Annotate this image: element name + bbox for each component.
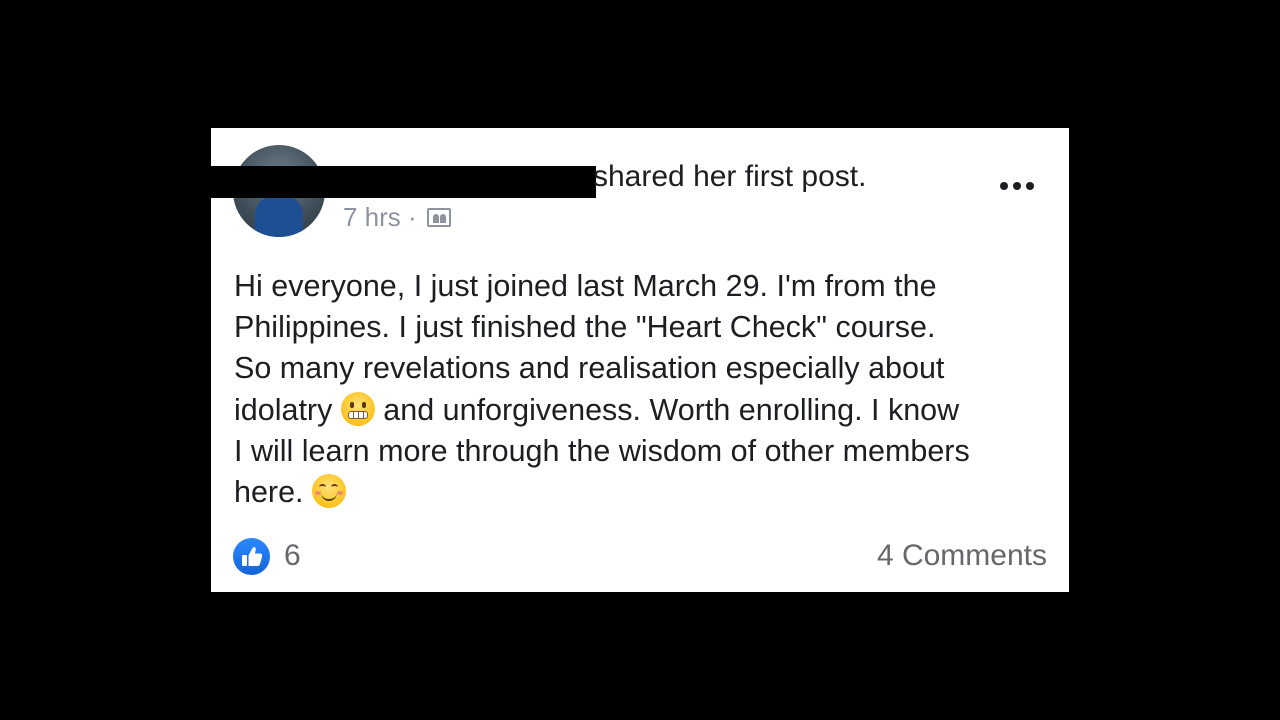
redacted-author-name [211, 166, 596, 198]
post-timestamp[interactable]: 7 hrs · [343, 202, 417, 233]
post-body-line: Hi everyone, I just joined last March 29… [234, 269, 937, 303]
like-count[interactable]: 6 [284, 539, 301, 573]
post-footer: 6 4 Comments [233, 538, 1047, 576]
like-reaction-icon[interactable] [233, 538, 270, 575]
post-body-line: here. [234, 475, 304, 510]
more-options-button[interactable] [1000, 178, 1040, 194]
emoji-blush [337, 491, 344, 496]
post-body-line: Philippines. I just finished the "Heart … [234, 310, 936, 345]
post-headline: shared her first post. [593, 160, 867, 193]
grimacing-face-emoji-icon [340, 391, 375, 426]
group-audience-icon [426, 208, 451, 227]
post-meta: 7 hrs · [343, 202, 451, 233]
thumbs-up-icon [242, 547, 263, 566]
post-card: shared her first post. 7 hrs · Hi everyo… [211, 128, 1069, 592]
comments-link[interactable]: 4 Comments [877, 539, 1047, 573]
post-body-line: idolatry [234, 392, 333, 427]
more-dot-icon [1000, 182, 1008, 190]
post-body-line: I will learn more through the wisdom of … [234, 433, 970, 468]
more-dot-icon [1026, 182, 1034, 190]
emoji-eye [331, 484, 339, 490]
more-dot-icon [1013, 182, 1021, 190]
post-body-line: and unforgiveness. Worth enrolling. I kn… [383, 392, 960, 427]
post-body: Hi everyone, I just joined last March 29… [234, 266, 1064, 513]
post-body-line: So many revelations and realisation espe… [234, 351, 945, 386]
smiling-face-emoji-icon [312, 474, 347, 509]
avatar-figure [255, 195, 303, 237]
emoji-blush [315, 491, 322, 496]
